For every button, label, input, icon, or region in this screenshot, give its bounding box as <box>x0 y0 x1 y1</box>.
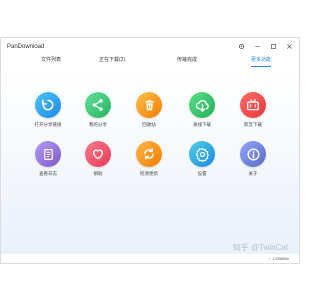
gear-icon <box>238 43 244 49</box>
media-download-tile[interactable]: 影音下载 <box>233 92 273 128</box>
tab-bar: 文件列表 正在下载(2) 传输完成 更多功能 <box>1 56 299 70</box>
settings-button[interactable] <box>235 40 247 52</box>
tile-label: 打开分享链接 <box>34 122 62 127</box>
view-log-circle <box>35 141 61 167</box>
app-window: PanDownload 文件列表 正在下载(2) 传输完成 更多功能 打开分享链… <box>0 37 300 264</box>
offline-download-circle <box>189 92 215 118</box>
tile-label: 设置 <box>197 171 207 176</box>
open-share-link-circle <box>35 92 61 118</box>
tile-label: 检测更新 <box>140 171 158 176</box>
heart-icon <box>92 149 104 160</box>
my-share-tile[interactable]: 我的分享 <box>78 92 118 128</box>
feature-panel: 打开分享链接 我的分享 回收站 离线下载 影音下载 查看日志 捐助 检测更新 设… <box>1 70 299 254</box>
offline-download-tile[interactable]: 离线下载 <box>182 92 222 128</box>
maximize-icon <box>270 43 276 49</box>
open-share-link-tile[interactable]: 打开分享链接 <box>28 92 68 128</box>
download-arrow-icon: ↓ <box>268 255 271 261</box>
app-title: PanDownload <box>7 44 45 50</box>
close-button[interactable] <box>283 40 295 52</box>
donate-circle <box>85 141 111 167</box>
tile-label: 离线下载 <box>193 122 211 127</box>
tab-completed[interactable]: 传输完成 <box>177 56 197 66</box>
tile-label: 关于 <box>248 171 258 176</box>
tv-icon <box>247 99 259 111</box>
link-icon <box>41 99 54 111</box>
tab-downloading[interactable]: 正在下载(2) <box>99 56 125 66</box>
trash-icon <box>144 99 154 110</box>
view-log-tile[interactable]: 查看日志 <box>28 141 68 177</box>
my-share-circle <box>85 92 111 118</box>
cloud-download-icon <box>195 99 209 112</box>
download-speed: 1.59MB/s <box>272 255 289 261</box>
tile-label: 影音下载 <box>244 122 262 127</box>
tab-more-features[interactable]: 更多功能 <box>250 56 272 67</box>
watermark: 知乎 @TwinCat <box>232 243 288 252</box>
refresh-icon <box>144 148 154 160</box>
document-icon <box>43 148 53 160</box>
donate-tile[interactable]: 捐助 <box>78 141 118 177</box>
window-controls <box>235 40 295 52</box>
tile-label: 回收站 <box>142 122 156 127</box>
minimize-button[interactable] <box>251 40 263 52</box>
maximize-button[interactable] <box>267 40 279 52</box>
settings-tile[interactable]: 设置 <box>182 141 222 177</box>
minimize-icon <box>254 45 260 47</box>
settings-circle <box>189 141 215 167</box>
tile-label: 查看日志 <box>39 171 57 176</box>
tab-file-list[interactable]: 文件列表 <box>41 56 61 66</box>
gear-icon <box>195 147 209 162</box>
about-tile[interactable]: 关于 <box>233 141 273 177</box>
media-download-circle <box>240 92 266 118</box>
about-circle <box>240 141 266 167</box>
check-update-circle <box>136 141 162 167</box>
info-icon <box>247 148 259 160</box>
close-icon <box>286 43 292 49</box>
share-icon <box>92 99 103 111</box>
check-update-tile[interactable]: 检测更新 <box>129 141 169 177</box>
recycle-bin-circle <box>136 92 162 118</box>
recycle-bin-tile[interactable]: 回收站 <box>129 92 169 128</box>
tile-label: 我的分享 <box>89 122 107 127</box>
tile-label: 捐助 <box>93 171 103 176</box>
status-bar: ↓ 1.59MB/s <box>1 253 299 263</box>
title-bar: PanDownload <box>1 38 299 56</box>
